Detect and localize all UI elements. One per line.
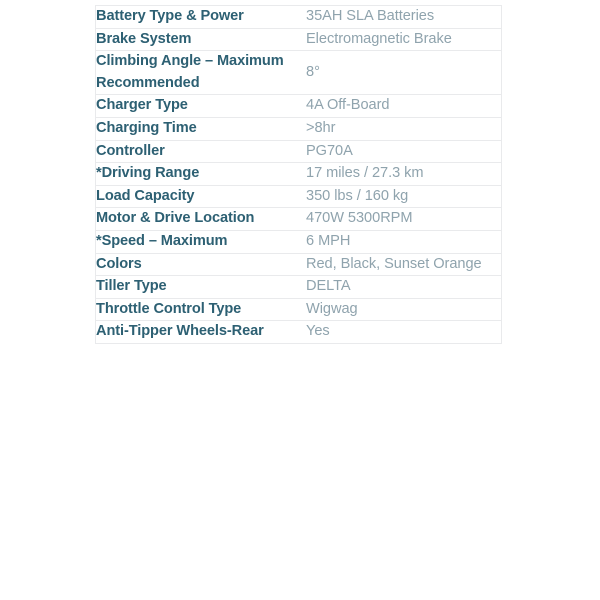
table-row: Colors Red, Black, Sunset Orange bbox=[95, 253, 502, 277]
page-root: Battery Type & Power 35AH SLA Batteries … bbox=[0, 0, 600, 600]
spec-label-cell: *Driving Range bbox=[95, 162, 306, 186]
table-row: *Driving Range 17 miles / 27.3 km bbox=[95, 162, 502, 186]
spec-value-cell: 35AH SLA Batteries bbox=[306, 5, 502, 29]
spec-label-cell: Throttle Control Type bbox=[95, 298, 306, 322]
spec-value-cell: 8° bbox=[306, 50, 502, 96]
spec-value-cell: 470W 5300RPM bbox=[306, 207, 502, 231]
table-row: Charging Time >8hr bbox=[95, 117, 502, 141]
spec-label-cell: Charging Time bbox=[95, 117, 306, 141]
spec-value-cell: 350 lbs / 160 kg bbox=[306, 185, 502, 209]
spec-value-cell: 6 MPH bbox=[306, 230, 502, 254]
spec-label-cell: *Speed – Maximum bbox=[95, 230, 306, 254]
spec-label-cell: Tiller Type bbox=[95, 275, 306, 299]
table-row: Motor & Drive Location 470W 5300RPM bbox=[95, 207, 502, 231]
specifications-table: Battery Type & Power 35AH SLA Batteries … bbox=[95, 5, 502, 344]
spec-value-cell: Yes bbox=[306, 323, 330, 340]
table-row: Controller PG70A bbox=[95, 140, 502, 164]
table-row: Charger Type 4A Off-Board bbox=[95, 94, 502, 118]
table-row: Load Capacity 350 lbs / 160 kg bbox=[95, 185, 502, 209]
spec-value-cell: PG70A bbox=[306, 140, 502, 164]
table-row: Tiller Type DELTA bbox=[95, 275, 502, 299]
spec-label-cell: Controller bbox=[95, 140, 306, 164]
spec-label-cell: Motor & Drive Location bbox=[95, 207, 306, 231]
spec-value-cell: Wigwag bbox=[306, 298, 502, 322]
specifications-table-body: Battery Type & Power 35AH SLA Batteries … bbox=[95, 5, 502, 344]
spec-label-cell: Charger Type bbox=[95, 94, 306, 118]
table-row: Battery Type & Power 35AH SLA Batteries bbox=[95, 5, 502, 29]
spec-value-cell: Red, Black, Sunset Orange bbox=[306, 253, 502, 277]
table-row: Brake System Electromagnetic Brake bbox=[95, 28, 502, 52]
spec-value-cell: Electromagnetic Brake bbox=[306, 28, 502, 52]
spec-label-cell: Brake System bbox=[95, 28, 306, 52]
spec-label-cell: Load Capacity bbox=[95, 185, 306, 209]
table-row: Throttle Control Type Wigwag bbox=[95, 298, 502, 322]
specifications-table-container: Battery Type & Power 35AH SLA Batteries … bbox=[95, 5, 502, 344]
spec-value-cell: 17 miles / 27.3 km bbox=[306, 162, 502, 186]
spec-value-cell: >8hr bbox=[306, 117, 502, 141]
spec-label-cell: Climbing Angle – Maximum Recommended bbox=[95, 50, 306, 96]
spec-value-cell: 4A Off-Board bbox=[306, 94, 502, 118]
spec-value-cell: DELTA bbox=[306, 275, 502, 299]
spec-label-cell: Colors bbox=[95, 253, 306, 277]
table-row: Anti-Tipper Wheels-Rear Yes bbox=[95, 320, 502, 344]
spec-label-cell: Anti-Tipper Wheels-Rear bbox=[96, 323, 264, 340]
table-row: *Speed – Maximum 6 MPH bbox=[95, 230, 502, 254]
spec-label-cell: Battery Type & Power bbox=[95, 5, 306, 29]
table-row: Climbing Angle – Maximum Recommended 8° bbox=[95, 50, 502, 96]
